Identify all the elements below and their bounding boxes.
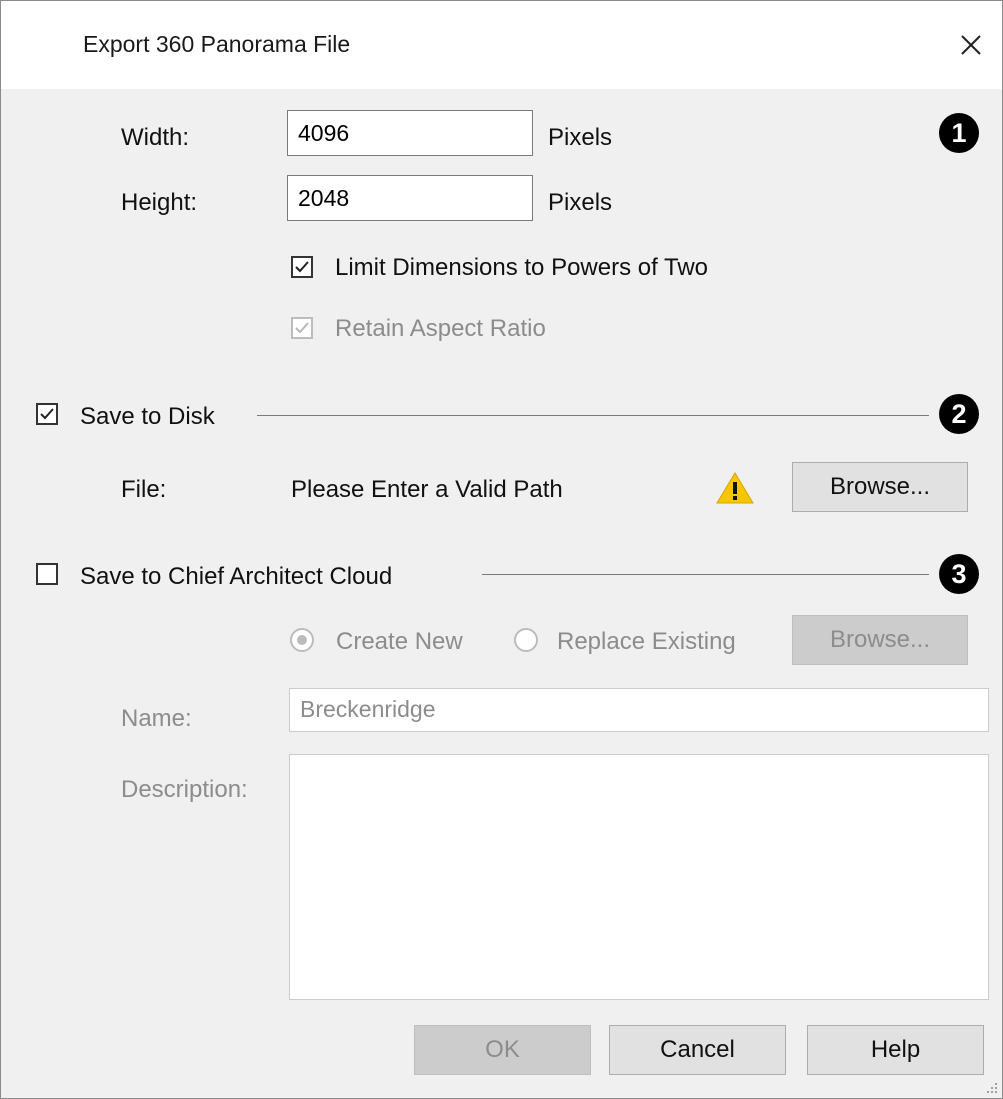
create-new-label: Create New — [336, 628, 463, 655]
description-label: Description: — [121, 776, 248, 803]
name-label: Name: — [121, 705, 192, 732]
limit-powers-label[interactable]: Limit Dimensions to Powers of Two — [335, 254, 708, 282]
checkmark-icon — [295, 261, 309, 273]
section-divider — [482, 574, 929, 575]
callout-badge-1: 1 — [939, 113, 979, 153]
height-input[interactable]: 2048 — [287, 175, 533, 221]
limit-powers-checkbox[interactable] — [291, 256, 313, 278]
cloud-browse-button: Browse... — [792, 615, 968, 665]
retain-aspect-label: Retain Aspect Ratio — [335, 315, 546, 342]
title-bar: Export 360 Panorama File — [1, 1, 1002, 89]
file-label: File: — [121, 476, 167, 503]
file-path-value: Please Enter a Valid Path — [291, 476, 563, 503]
help-button[interactable]: Help — [807, 1025, 984, 1075]
description-textarea — [289, 754, 989, 1000]
radio-selected-dot — [297, 635, 307, 645]
width-input[interactable]: 4096 — [287, 110, 533, 156]
ok-button: OK — [414, 1025, 591, 1075]
create-new-radio — [290, 628, 314, 652]
replace-existing-label: Replace Existing — [557, 628, 736, 655]
replace-existing-radio — [514, 628, 538, 652]
callout-badge-3: 3 — [939, 554, 979, 594]
width-unit-label: Pixels — [548, 124, 613, 151]
warning-icon — [716, 472, 754, 504]
save-to-cloud-checkbox[interactable] — [36, 563, 58, 585]
save-to-disk-checkbox[interactable] — [36, 403, 58, 425]
close-icon — [961, 35, 981, 55]
retain-aspect-checkbox — [291, 317, 313, 339]
disk-browse-button[interactable]: Browse... — [792, 462, 968, 512]
export-panorama-dialog: Export 360 Panorama File Width: 4096 Pix… — [0, 0, 1003, 1099]
height-unit-label: Pixels — [548, 189, 613, 216]
resize-grip-icon[interactable] — [985, 1081, 999, 1095]
name-input: Breckenridge — [289, 688, 989, 732]
width-label: Width: — [121, 124, 190, 151]
section-divider — [257, 415, 929, 416]
close-button[interactable] — [953, 27, 989, 63]
checkmark-icon — [295, 322, 309, 334]
save-to-disk-label[interactable]: Save to Disk — [80, 403, 215, 431]
height-label: Height: — [121, 189, 198, 216]
save-to-cloud-label[interactable]: Save to Chief Architect Cloud — [80, 563, 392, 591]
callout-badge-2: 2 — [939, 394, 979, 434]
checkmark-icon — [40, 408, 54, 420]
cancel-button[interactable]: Cancel — [609, 1025, 786, 1075]
dialog-title: Export 360 Panorama File — [83, 31, 351, 57]
